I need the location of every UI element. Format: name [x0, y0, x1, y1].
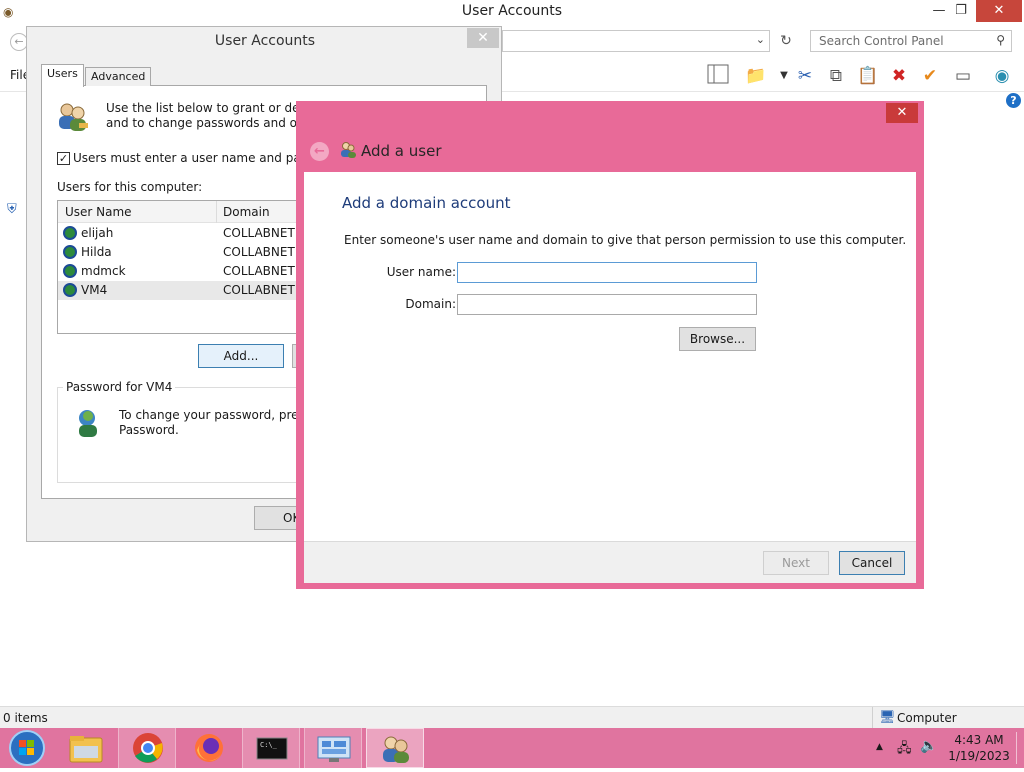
- clock-date[interactable]: 1/19/2023: [946, 749, 1012, 763]
- chrome-taskbar-icon[interactable]: [118, 728, 176, 768]
- list-header: User Name Domain: [58, 201, 316, 223]
- tab-users[interactable]: Users: [41, 64, 84, 87]
- dialog-close-button[interactable]: ✕: [467, 28, 499, 48]
- status-location: Computer: [897, 711, 957, 725]
- command-prompt-taskbar-icon[interactable]: C:\_: [242, 728, 300, 768]
- domain-field[interactable]: [457, 294, 757, 315]
- wizard-heading: Add a domain account: [342, 194, 511, 212]
- wizard-footer: Next Cancel: [304, 541, 916, 583]
- properties-icon[interactable]: ▭: [951, 64, 975, 88]
- layout-pane-icon[interactable]: [706, 64, 730, 88]
- firefox-taskbar-icon[interactable]: [180, 728, 238, 768]
- column-header-domain[interactable]: Domain: [223, 205, 270, 219]
- remote-desktop-taskbar-icon[interactable]: [304, 728, 362, 768]
- column-separator[interactable]: [216, 201, 217, 223]
- table-row[interactable]: Hilda COLLABNET: [58, 243, 316, 262]
- password-group-label: Password for VM4: [63, 380, 176, 394]
- globe-icon[interactable]: ◉: [990, 64, 1014, 88]
- close-button[interactable]: ✕: [976, 0, 1022, 22]
- domain-cell: COLLABNET: [223, 245, 295, 259]
- wizard-body: Add a domain account Enter someone's use…: [304, 172, 916, 541]
- user-name-cell: mdmck: [81, 264, 126, 278]
- domain-label: Domain:: [405, 297, 456, 311]
- tab-advanced[interactable]: Advanced: [85, 67, 152, 86]
- search-placeholder: Search Control Panel: [819, 34, 944, 48]
- svg-text:C:\_: C:\_: [260, 741, 278, 749]
- refresh-icon[interactable]: ↻: [776, 31, 796, 51]
- wizard-title: Add a user: [361, 142, 442, 160]
- add-user-button[interactable]: Add...: [198, 344, 284, 368]
- users-icon: [55, 101, 89, 133]
- user-accounts-icon: [339, 141, 357, 159]
- back-arrow-icon[interactable]: ←: [310, 142, 329, 161]
- user-name-cell: VM4: [81, 283, 108, 297]
- chevron-down-icon[interactable]: ⌄: [756, 33, 765, 46]
- user-name-cell: Hilda: [81, 245, 112, 259]
- delete-icon[interactable]: ✖: [887, 64, 911, 88]
- domain-cell: COLLABNET: [223, 264, 295, 278]
- clock-time[interactable]: 4:43 AM: [946, 733, 1012, 747]
- status-divider: [872, 707, 873, 728]
- user-icon: [63, 283, 77, 297]
- file-explorer-taskbar-icon[interactable]: [58, 728, 116, 768]
- status-bar: 0 items 🖥 Computer: [0, 706, 1024, 728]
- username-field[interactable]: [457, 262, 757, 283]
- username-label: User name:: [386, 265, 456, 279]
- show-desktop-button[interactable]: [1016, 732, 1017, 764]
- domain-cell: COLLABNET: [223, 226, 295, 240]
- user-name-cell: elijah: [81, 226, 114, 240]
- volume-icon[interactable]: 🔈: [920, 738, 937, 754]
- table-row-selected[interactable]: VM4 COLLABNET: [58, 281, 316, 300]
- password-text-line-1: To change your password, press C: [119, 408, 324, 422]
- computer-icon: 🖥: [879, 710, 896, 725]
- cut-icon[interactable]: ✂: [793, 64, 817, 88]
- user-password-icon: [73, 407, 103, 439]
- users-list-label: Users for this computer:: [57, 180, 203, 194]
- user-accounts-taskbar-icon[interactable]: [366, 728, 424, 768]
- search-input[interactable]: Search Control Panel ⚲: [810, 30, 1012, 52]
- wizard-description: Enter someone's user name and domain to …: [344, 233, 907, 247]
- address-bar[interactable]: ⌄: [502, 30, 770, 52]
- domain-cell: COLLABNET: [223, 283, 295, 297]
- shield-icon: ⛨: [7, 202, 17, 217]
- cancel-button[interactable]: Cancel: [839, 551, 905, 575]
- user-icon: [63, 245, 77, 259]
- column-header-username[interactable]: User Name: [65, 205, 132, 219]
- table-row[interactable]: elijah COLLABNET: [58, 224, 316, 243]
- intro-line-2: and to change passwords and other: [106, 116, 322, 130]
- table-row[interactable]: mdmck COLLABNET: [58, 262, 316, 281]
- restore-button[interactable]: ❐: [944, 0, 978, 22]
- browse-button[interactable]: Browse...: [679, 327, 756, 351]
- next-button[interactable]: Next: [763, 551, 829, 575]
- search-icon[interactable]: ⚲: [996, 33, 1005, 47]
- folder-options-icon[interactable]: 📁: [744, 64, 768, 88]
- user-icon: [63, 264, 77, 278]
- start-button[interactable]: [0, 728, 58, 768]
- intro-line-1: Use the list below to grant or deny u: [106, 101, 326, 115]
- status-item-count: 0 items: [3, 711, 48, 725]
- taskbar: C:\_ ▲ 🖧 🔈 4:43 AM 1/19/2023: [0, 728, 1024, 768]
- paste-icon[interactable]: 📋: [856, 64, 880, 88]
- help-icon[interactable]: ?: [1006, 93, 1021, 108]
- explorer-titlebar: ◉ User Accounts — ❐ ✕: [0, 0, 1024, 24]
- explorer-title: User Accounts: [461, 3, 563, 19]
- dialog-title: User Accounts: [214, 33, 316, 49]
- add-user-wizard: ✕ ← Add a user Add a domain account Ente…: [296, 101, 924, 589]
- require-login-checkbox[interactable]: ✓: [57, 152, 70, 165]
- copy-icon[interactable]: ⧉: [824, 64, 848, 88]
- user-icon: [63, 226, 77, 240]
- show-hidden-icons-arrow[interactable]: ▲: [876, 742, 883, 752]
- wizard-close-button[interactable]: ✕: [886, 103, 918, 123]
- network-icon[interactable]: 🖧: [897, 739, 912, 761]
- password-text-line-2: Password.: [119, 423, 179, 437]
- users-list[interactable]: User Name Domain elijah COLLABNET Hilda …: [57, 200, 317, 334]
- checkmark-icon[interactable]: ✔: [918, 64, 942, 88]
